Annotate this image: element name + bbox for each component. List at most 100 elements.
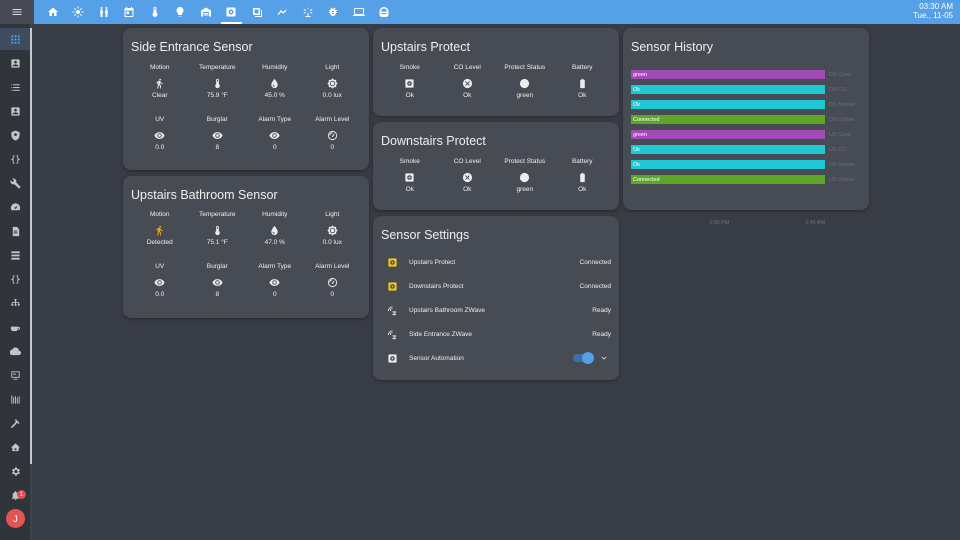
- sidebar-item-tools[interactable]: [0, 172, 30, 194]
- row-name: Downstairs Protect: [409, 282, 464, 290]
- smoke-cell[interactable]: Smoke Ok: [381, 64, 439, 102]
- card-title: Sensor History: [631, 40, 713, 54]
- tab-lights[interactable]: [168, 0, 194, 24]
- alarm-level-cell[interactable]: Alarm Level 0: [304, 116, 362, 154]
- cell-value: 0: [272, 144, 277, 151]
- uv-cell[interactable]: UV 0.0: [131, 116, 189, 154]
- sidebar-item-scan[interactable]: [0, 388, 30, 410]
- humidity-cell[interactable]: Humidity 47.0 %: [246, 211, 304, 249]
- eye-icon: [212, 277, 223, 288]
- history-row[interactable]: green US Color: [631, 129, 851, 140]
- sidebar-item-docs[interactable]: [0, 220, 30, 242]
- cell-value: 0: [330, 291, 335, 298]
- battery-cell[interactable]: Battery Ok: [554, 64, 612, 102]
- sidebar-item-terminal[interactable]: [0, 364, 30, 386]
- settings-row-downstairs-protect[interactable]: Downstairs Protect Connected: [381, 274, 611, 298]
- cloud-icon: [10, 346, 21, 357]
- tab-calendar[interactable]: [117, 0, 143, 24]
- tab-people[interactable]: [91, 0, 117, 24]
- history-row[interactable]: Connected DS Online: [631, 114, 854, 125]
- history-row[interactable]: Ok DS Smoke: [631, 99, 855, 110]
- cell-value: 0.0: [155, 144, 165, 151]
- temperature-cell[interactable]: Temperature 75.9 °F: [189, 64, 247, 102]
- tab-sprinkler[interactable]: [295, 0, 321, 24]
- speedometer-icon: [10, 202, 21, 213]
- sidebar-item-speed[interactable]: [0, 196, 30, 218]
- tab-computers[interactable]: [346, 0, 372, 24]
- sidebar-item-developer[interactable]: [0, 412, 30, 434]
- upstairs-bathroom-sensor-card: Upstairs Bathroom Sensor Motion Detected …: [123, 176, 369, 318]
- cell-label: Temperature: [199, 64, 236, 71]
- motion-cell[interactable]: Motion Detected: [131, 211, 189, 249]
- settings-row-sensor-automation[interactable]: Sensor Automation: [381, 346, 611, 370]
- sidebar-item-json[interactable]: [0, 268, 30, 290]
- close-circle-icon: [462, 78, 473, 89]
- gauge-icon: [327, 277, 338, 288]
- tab-cameras[interactable]: [244, 0, 270, 24]
- sidebar-scrollbar[interactable]: [30, 28, 32, 464]
- tab-pests[interactable]: [321, 0, 347, 24]
- smoke-detector-icon: [404, 172, 415, 183]
- history-row[interactable]: Ok US CO: [631, 144, 846, 155]
- sidebar-item-network[interactable]: [0, 292, 30, 314]
- battery-cell[interactable]: Battery Ok: [554, 158, 612, 196]
- sidebar-item-home[interactable]: [0, 436, 30, 458]
- settings-row-upstairs-bathroom-zwave[interactable]: Upstairs Bathroom ZWave Ready: [381, 298, 611, 322]
- cell-label: Burglar: [206, 116, 228, 123]
- sensor-history-card: Sensor History green DS Color Ok DS CO Ok DS …: [623, 28, 869, 226]
- motion-cell[interactable]: Motion Clear: [131, 64, 189, 102]
- co-level-cell[interactable]: CO Level Ok: [439, 158, 497, 196]
- row-name: Sensor Automation: [409, 354, 464, 362]
- sidebar-item-persons[interactable]: [0, 52, 30, 74]
- history-row[interactable]: green DS Color: [631, 69, 851, 80]
- brightness-icon: [327, 78, 338, 89]
- expand-button[interactable]: [599, 353, 609, 363]
- row-state: Connected: [579, 258, 611, 266]
- cell-value: Ok: [405, 92, 414, 99]
- alarm-type-cell[interactable]: Alarm Type 0: [246, 116, 304, 154]
- tab-home[interactable]: [40, 0, 66, 24]
- cell-label: Smoke: [399, 64, 420, 71]
- avatar[interactable]: J: [6, 509, 25, 528]
- smoke-cell[interactable]: Smoke Ok: [381, 158, 439, 196]
- eye-icon: [154, 277, 165, 288]
- gauge-icon: [327, 130, 338, 141]
- light-cell[interactable]: Light 0.0 lux: [304, 211, 362, 249]
- sidebar-item-code[interactable]: [0, 148, 30, 170]
- sidebar-item-logbook[interactable]: [0, 76, 30, 98]
- tab-sensors[interactable]: [219, 0, 245, 24]
- settings-row-side-entrance-zwave[interactable]: Side Entrance ZWave Ready: [381, 322, 611, 346]
- tab-garage[interactable]: [193, 0, 219, 24]
- co-level-cell[interactable]: CO Level Ok: [439, 64, 497, 102]
- tab-drone[interactable]: [270, 0, 296, 24]
- alarm-level-cell[interactable]: Alarm Level 0: [304, 263, 362, 301]
- tab-vacuum[interactable]: [372, 0, 398, 24]
- walk-icon: [154, 78, 165, 89]
- sidebar-item-rows[interactable]: [0, 244, 30, 266]
- humidity-cell[interactable]: Humidity 45.0 %: [246, 64, 304, 102]
- history-row[interactable]: Ok DS CO: [631, 84, 846, 95]
- temperature-cell[interactable]: Temperature 75.1 °F: [189, 211, 247, 249]
- protect-status-cell[interactable]: Protect Status green: [496, 64, 554, 102]
- automation-toggle[interactable]: [573, 352, 594, 364]
- burglar-cell[interactable]: Burglar 8: [189, 116, 247, 154]
- menu-button[interactable]: [0, 0, 34, 24]
- lightbulb-icon: [174, 6, 186, 18]
- sidebar-item-settings[interactable]: [0, 460, 30, 482]
- sprinkler-icon: [302, 6, 314, 18]
- history-row[interactable]: Connected US Online: [631, 174, 854, 185]
- history-row[interactable]: Ok US Smoke: [631, 159, 855, 170]
- sidebar-item-map[interactable]: [0, 100, 30, 122]
- burglar-cell[interactable]: Burglar 8: [189, 263, 247, 301]
- uv-cell[interactable]: UV 0.0: [131, 263, 189, 301]
- tab-climate[interactable]: [142, 0, 168, 24]
- protect-status-cell[interactable]: Protect Status green: [496, 158, 554, 196]
- alarm-type-cell[interactable]: Alarm Type 0: [246, 263, 304, 301]
- sidebar-item-coffee[interactable]: [0, 316, 30, 338]
- sidebar-item-cloud[interactable]: [0, 340, 30, 362]
- settings-row-upstairs-protect[interactable]: Upstairs Protect Connected: [381, 250, 611, 274]
- tab-weather[interactable]: [66, 0, 92, 24]
- light-cell[interactable]: Light 0.0 lux: [304, 64, 362, 102]
- sidebar-item-security[interactable]: [0, 124, 30, 146]
- sidebar-item-overview[interactable]: [0, 28, 30, 50]
